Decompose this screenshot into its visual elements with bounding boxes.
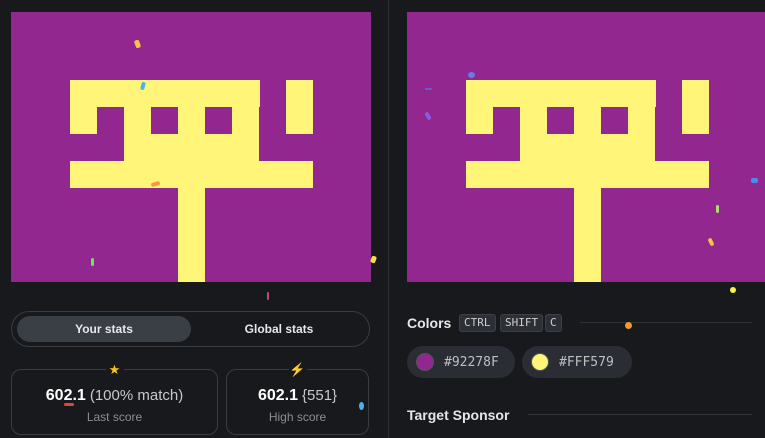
star-icon: ★ [105,362,124,378]
stats-toggle: Your stats Global stats [11,311,370,347]
high-score-value: 602.1 [257,387,298,404]
confetti-piece [425,88,432,90]
panel-divider [388,0,389,438]
lightning-icon: ⚡ [288,362,307,378]
colors-divider-line [580,322,752,323]
confetti-piece [716,205,719,213]
high-score-detail: {551} [302,387,338,404]
global-stats-tab[interactable]: Global stats [194,316,364,342]
confetti-piece [625,322,632,329]
color-hex-yellow: #FFF579 [559,354,614,370]
color-hex-purple: #92278F [444,354,499,370]
high-score-label: High score [268,410,327,424]
confetti-piece [369,255,378,264]
high-score-card: ⚡ 602.1 {551} High score [226,362,369,435]
confetti-piece [267,292,269,300]
sponsor-divider-line [528,414,752,415]
target-sponsor-title: Target Sponsor [407,407,510,423]
color-swatch-yellow [531,353,549,371]
confetti-piece [730,287,736,293]
your-output-canvas [11,12,371,282]
last-score-card: ★ 602.1 (100% match) Last score [11,362,218,435]
shortcut-key-c: C [545,314,562,332]
your-stats-tab[interactable]: Your stats [17,316,191,342]
confetti-piece [468,72,475,78]
confetti-piece [359,402,364,410]
colors-title: Colors [407,315,452,331]
confetti-piece [751,178,758,183]
color-chip-yellow[interactable]: #FFF579 [522,346,632,378]
color-swatch-purple [416,353,434,371]
confetti-piece [64,403,74,406]
last-score-label: Last score [86,410,143,424]
shortcut-key-shift: SHIFT [500,314,544,332]
last-score-detail: (100% match) [89,387,184,404]
last-score-value: 602.1 [45,387,86,404]
color-chip-purple[interactable]: #92278F [407,346,515,378]
confetti-piece [91,258,94,266]
shortcut-key-ctrl: CTRL [459,314,496,332]
